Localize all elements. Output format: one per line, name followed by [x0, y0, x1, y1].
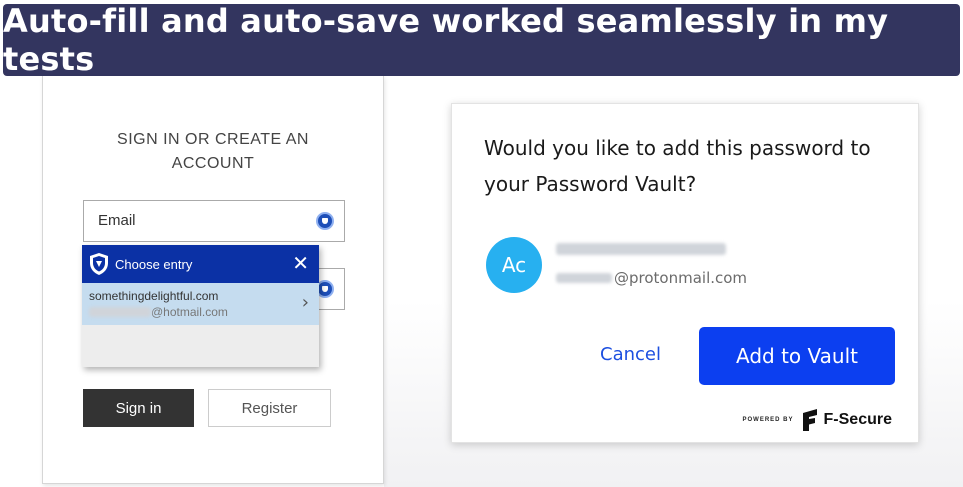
add-to-vault-dialog: Would you like to add this password to y…: [451, 103, 919, 443]
redacted-text: [556, 273, 612, 283]
choose-entry-title: Choose entry: [115, 256, 193, 272]
entry-email-suffix: @hotmail.com: [151, 305, 228, 319]
cancel-button[interactable]: Cancel: [600, 344, 661, 365]
brand-name: F-Secure: [823, 411, 892, 428]
register-button[interactable]: Register: [208, 389, 331, 427]
f-secure-logo-icon: [802, 409, 817, 431]
powered-by: POWERED BY F-Secure: [743, 409, 892, 431]
account-email: @protonmail.com: [556, 269, 747, 287]
banner-text: Auto-fill and auto-save worked seamlessl…: [3, 2, 889, 78]
redacted-account-name: [556, 243, 726, 255]
powered-by-label: POWERED BY: [742, 417, 794, 423]
choose-entry-popup: Choose entry ✕ somethingdelightful.com @…: [82, 245, 319, 367]
entry-email: @hotmail.com: [89, 305, 228, 319]
shield-icon: [90, 253, 108, 275]
sign-in-button[interactable]: Sign in: [83, 389, 194, 427]
account-email-suffix: @protonmail.com: [614, 269, 748, 287]
shield-icon[interactable]: [316, 212, 334, 230]
chevron-right-icon: ›: [301, 292, 309, 313]
email-placeholder: Email: [98, 212, 136, 229]
list-item[interactable]: somethingdelightful.com @hotmail.com ›: [82, 283, 319, 325]
redacted-text: [89, 307, 151, 317]
avatar: Ac: [486, 237, 542, 293]
signin-title: SIGN IN OR CREATE AN ACCOUNT: [117, 131, 309, 172]
caption-banner: Auto-fill and auto-save worked seamlessl…: [3, 2, 960, 78]
dialog-question: Would you like to add this password to y…: [484, 136, 871, 196]
close-icon[interactable]: ✕: [292, 252, 309, 274]
entry-site: somethingdelightful.com: [89, 289, 219, 303]
add-to-vault-button[interactable]: Add to Vault: [699, 327, 895, 385]
choose-entry-header: Choose entry ✕: [82, 245, 319, 283]
email-field[interactable]: Email: [83, 200, 345, 242]
